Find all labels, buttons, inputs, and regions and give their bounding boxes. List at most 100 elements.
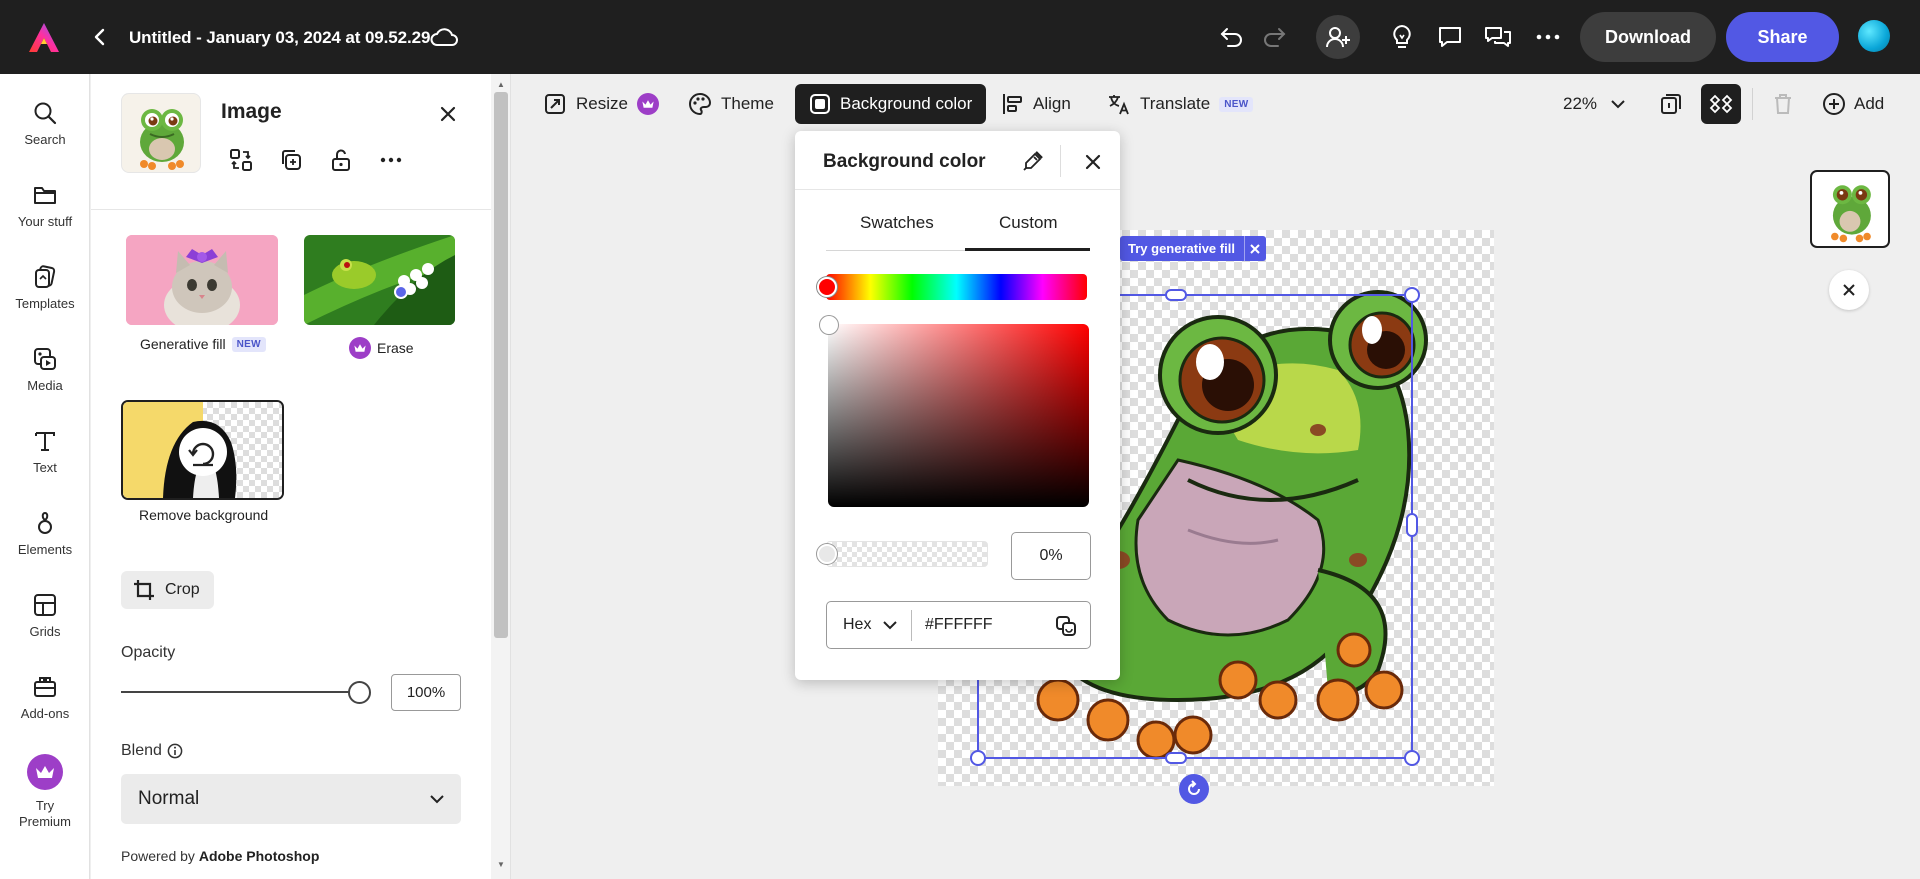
redo-icon[interactable] (1258, 21, 1290, 53)
tab-swatches[interactable]: Swatches (860, 213, 934, 233)
crown-icon (349, 337, 371, 359)
close-icon[interactable] (1080, 149, 1106, 175)
lightbulb-icon[interactable] (1386, 21, 1418, 53)
alpha-slider-handle[interactable] (817, 544, 837, 564)
tab-custom[interactable]: Custom (999, 213, 1058, 233)
pages-icon[interactable] (1651, 84, 1691, 124)
rail-item-search[interactable]: Search (0, 86, 90, 156)
color-picker-handle[interactable] (820, 316, 838, 334)
replace-image-icon[interactable] (226, 145, 256, 175)
undo-icon[interactable] (1216, 21, 1248, 53)
top-bar: Untitled - January 03, 2024 at 09.52.29 … (0, 0, 1920, 74)
cloud-sync-icon[interactable] (426, 22, 462, 52)
text-icon (35, 432, 55, 451)
swap-color-icon[interactable] (1052, 612, 1080, 640)
resize-label: Resize (576, 94, 628, 113)
erase-tile[interactable] (304, 235, 455, 325)
rotate-handle-icon[interactable] (1179, 774, 1209, 804)
invite-user-icon[interactable] (1316, 15, 1360, 59)
scroll-down-icon[interactable]: ▼ (497, 860, 505, 869)
generative-fill-chip[interactable]: Try generative fill (1120, 236, 1266, 261)
opacity-slider-track[interactable] (121, 691, 359, 693)
rail-label: Search (24, 132, 66, 147)
opacity-slider-knob[interactable] (348, 681, 371, 704)
blend-mode-select[interactable]: Normal (121, 774, 461, 824)
adobe-express-logo[interactable] (24, 18, 64, 58)
toolbar-divider (1752, 88, 1753, 120)
erase-label-row[interactable]: Erase (349, 337, 414, 359)
opacity-input[interactable]: 100% (391, 674, 461, 711)
more-options-icon[interactable] (1532, 21, 1564, 53)
translate-button[interactable]: Translate NEW (1107, 84, 1254, 124)
close-icon[interactable] (1243, 236, 1266, 261)
palette-icon (689, 92, 712, 116)
theme-button[interactable]: Theme (688, 84, 774, 124)
eyedropper-icon[interactable] (1017, 147, 1047, 177)
zoom-value: 22% (1563, 94, 1598, 113)
comments-panel-icon[interactable] (1482, 21, 1514, 53)
align-icon (1003, 94, 1022, 114)
document-title[interactable]: Untitled - January 03, 2024 at 09.52.29 (129, 24, 430, 52)
back-icon[interactable] (86, 22, 114, 52)
download-button[interactable]: Download (1580, 12, 1716, 62)
chevron-down-icon (883, 620, 898, 629)
saturation-value-picker[interactable] (828, 324, 1089, 507)
scrollbar-thumb[interactable] (494, 92, 508, 638)
rail-label: Your stuff (17, 214, 73, 229)
close-icon[interactable] (435, 101, 461, 127)
chevron-down-icon (430, 795, 444, 804)
zoom-control[interactable]: 22% (1563, 86, 1625, 122)
popover-header-divider (1060, 145, 1061, 177)
rail-label: Media (27, 378, 63, 393)
alpha-slider[interactable] (826, 541, 988, 567)
user-avatar[interactable] (1858, 20, 1890, 52)
generative-fill-tile[interactable] (126, 235, 278, 325)
rail-item-your-stuff[interactable]: Your stuff (0, 168, 90, 238)
alpha-input[interactable]: 0% (1011, 532, 1091, 580)
left-rail: Search Your stuff Templates Media Text E… (0, 74, 90, 879)
page-thumbnail[interactable] (1810, 170, 1890, 248)
panel-scrollbar[interactable]: ▲ ▼ (491, 74, 511, 879)
crop-button[interactable]: Crop (121, 571, 214, 609)
hue-slider-handle[interactable] (817, 277, 837, 297)
more-options-icon[interactable] (376, 145, 406, 175)
rail-item-grids[interactable]: Grids (0, 578, 90, 648)
close-icon[interactable] (1829, 270, 1869, 310)
generative-fill-label: Generative fill (140, 336, 226, 352)
hue-slider[interactable] (826, 274, 1087, 300)
resize-button[interactable]: Resize (543, 84, 659, 124)
add-page-button[interactable]: Add (1822, 86, 1884, 122)
new-badge: NEW (231, 336, 266, 352)
remove-background-label[interactable]: Remove background (139, 507, 268, 523)
share-button[interactable]: Share (1726, 12, 1839, 62)
new-badge: NEW (1219, 96, 1254, 112)
generative-fill-label-row[interactable]: Generative fill NEW (140, 336, 266, 352)
add-icon (1823, 93, 1845, 115)
blend-label-row: Blend (121, 742, 183, 760)
rail-item-templates[interactable]: Templates (0, 250, 90, 320)
layers-icon[interactable] (1701, 84, 1741, 124)
color-mode-select[interactable]: Hex (843, 616, 898, 634)
comment-icon[interactable] (1434, 21, 1466, 53)
hex-divider (911, 610, 912, 641)
remove-background-tile[interactable] (121, 400, 284, 500)
elements-icon (38, 511, 52, 534)
powered-by-text: Powered by Adobe Photoshop (121, 848, 319, 864)
duplicate-icon[interactable] (276, 145, 306, 175)
rail-item-try-premium[interactable]: Try Premium (0, 742, 90, 832)
info-icon[interactable] (167, 743, 183, 759)
hex-input[interactable]: #FFFFFF (925, 616, 993, 634)
premium-label: Try Premium (18, 798, 71, 829)
rail-item-add-ons[interactable]: Add-ons (0, 660, 90, 730)
rail-item-elements[interactable]: Elements (0, 496, 90, 566)
rail-item-text[interactable]: Text (0, 414, 90, 484)
background-color-button[interactable]: Background color (795, 84, 987, 124)
tab-selected-indicator (965, 248, 1090, 251)
panel-title: Image (221, 100, 282, 123)
delete-icon[interactable] (1763, 84, 1803, 124)
align-button[interactable]: Align (1002, 84, 1071, 124)
scroll-up-icon[interactable]: ▲ (497, 80, 505, 89)
rail-item-media[interactable]: Media (0, 332, 90, 402)
unlock-icon[interactable] (326, 145, 356, 175)
crop-icon (134, 580, 154, 600)
